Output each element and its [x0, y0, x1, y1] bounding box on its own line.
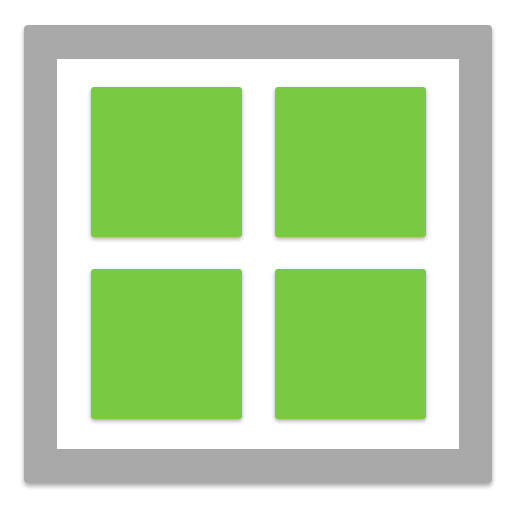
grid-layout-icon [24, 25, 492, 483]
grid-tile-top-right [275, 87, 426, 237]
app-icon-canvas [0, 0, 512, 512]
grid-tile-bottom-left [91, 269, 242, 419]
grid-tile-bottom-right [275, 269, 426, 419]
grid-panel [57, 59, 459, 449]
grid-tile-top-left [91, 87, 242, 237]
